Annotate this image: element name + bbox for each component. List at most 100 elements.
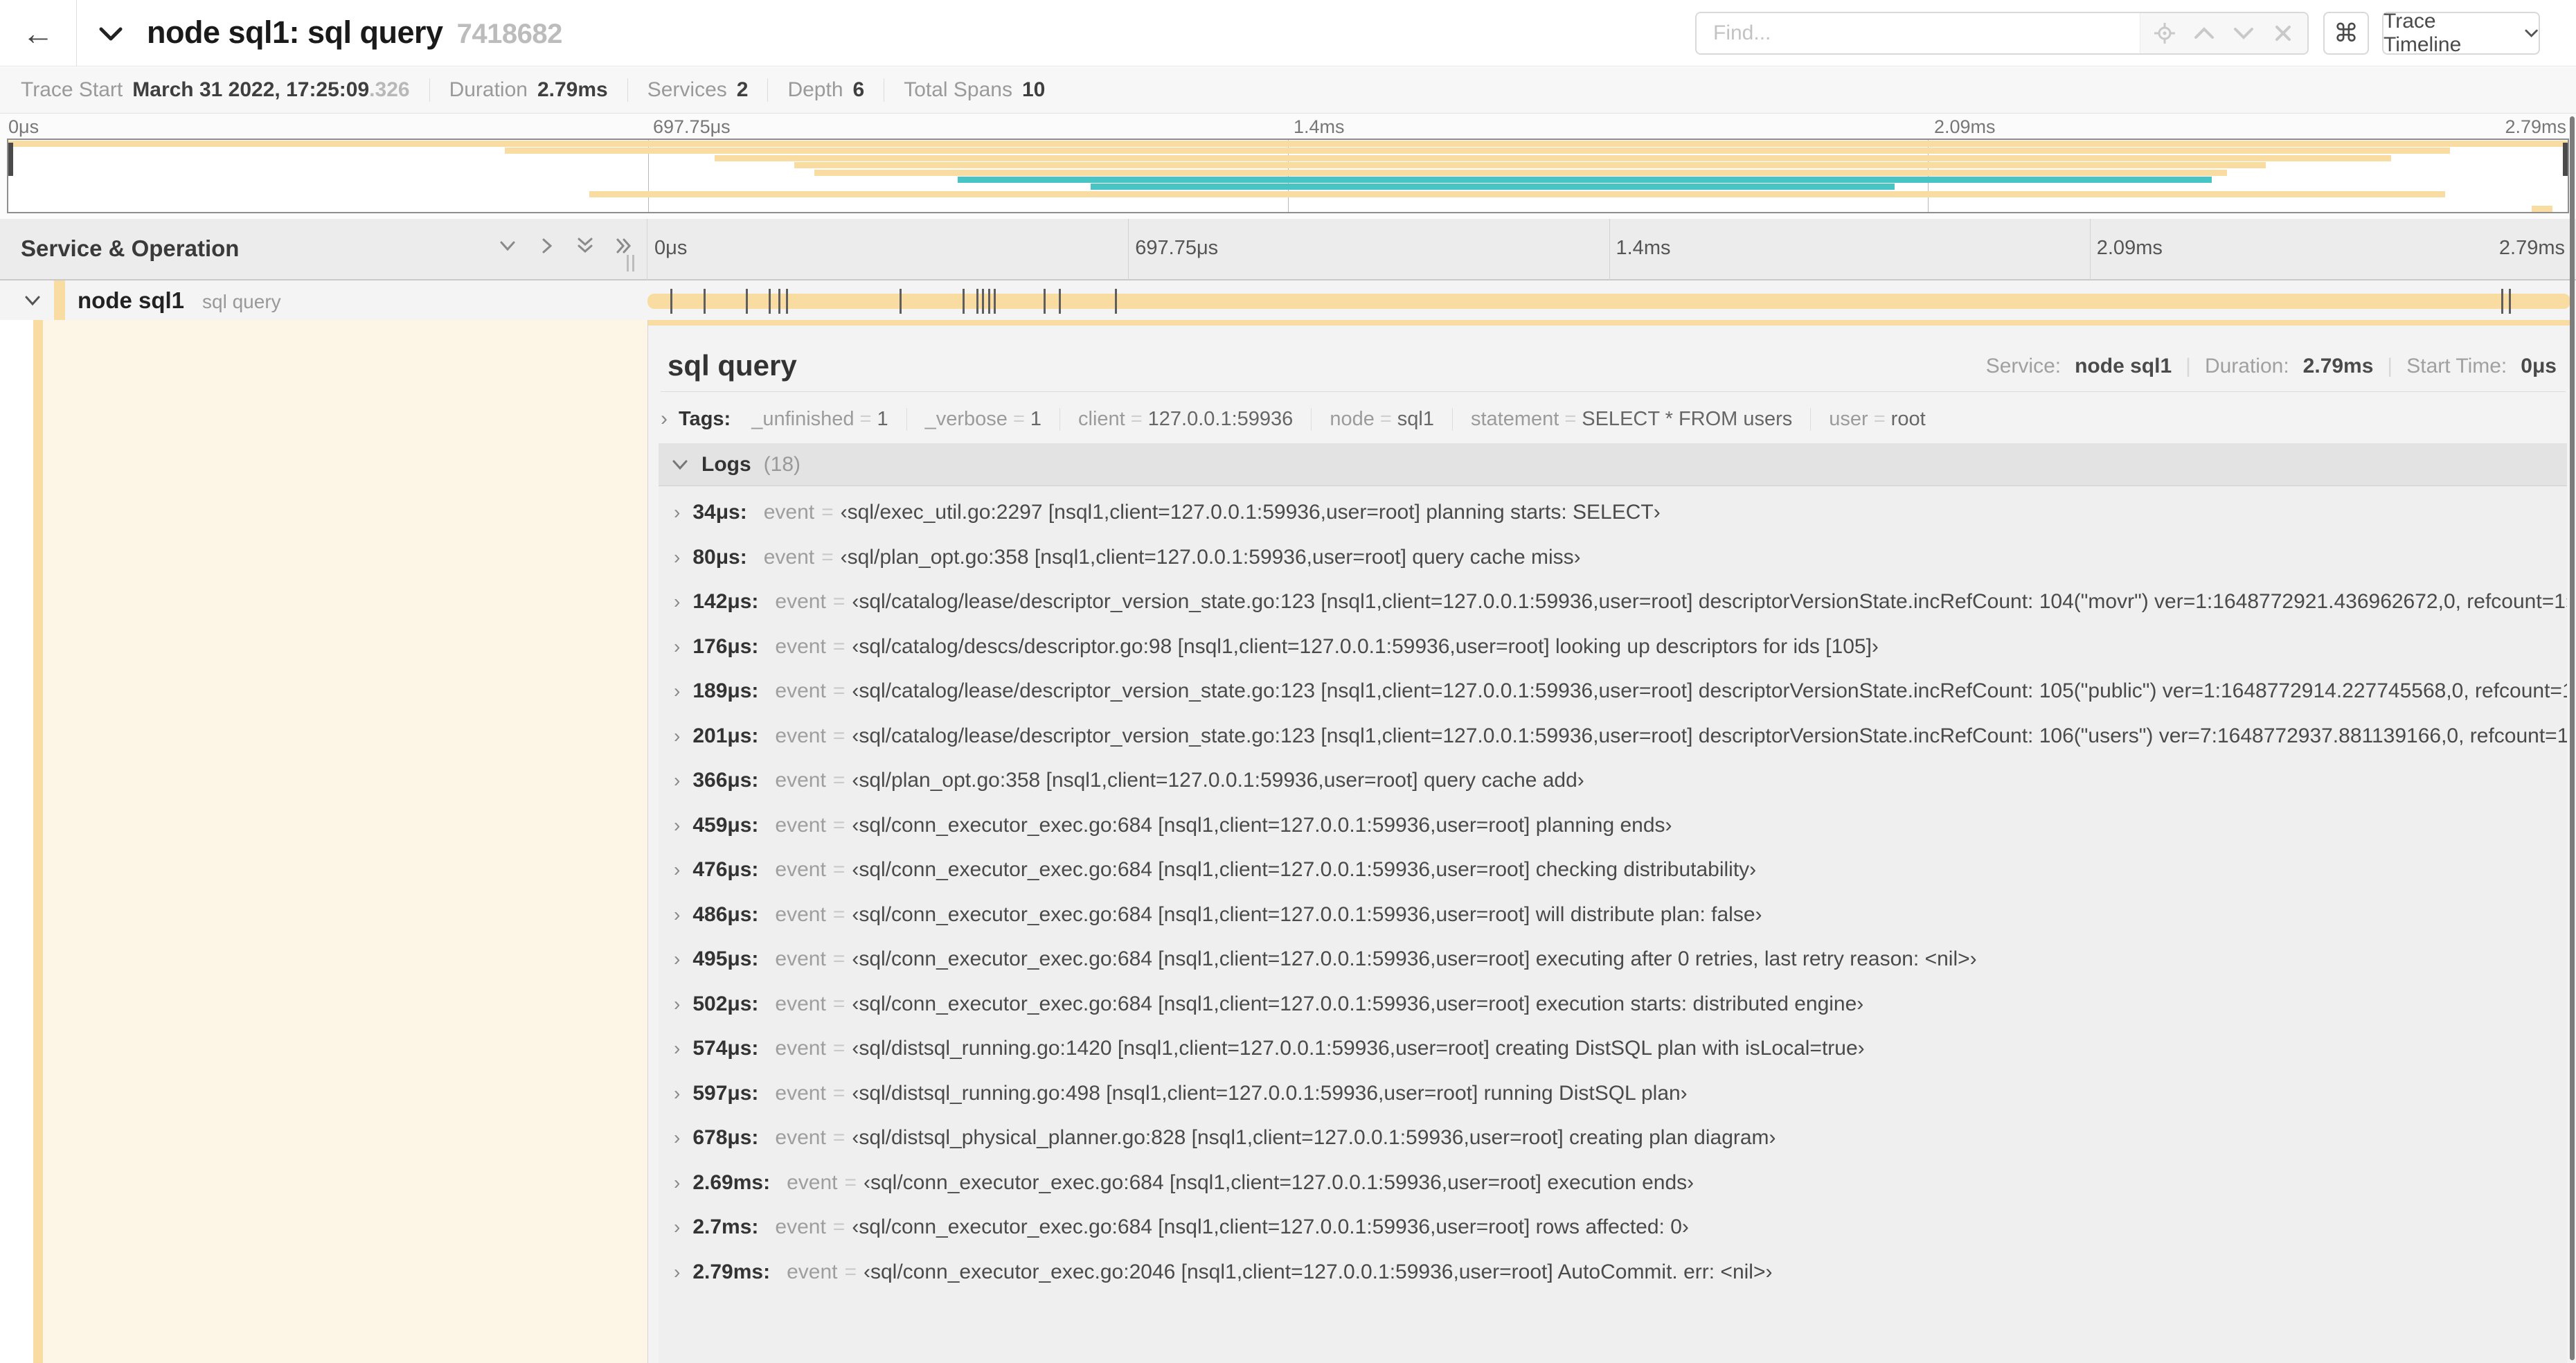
span-log-marker — [703, 289, 706, 314]
service-operation-header: Service & Operation — [21, 235, 240, 261]
logs-collapse-chevron-icon — [672, 460, 688, 470]
find-input[interactable] — [1697, 13, 2140, 53]
log-row[interactable]: › 201μs: event = ‹sql/catalog/lease/descript… — [659, 717, 2567, 756]
tag-key: user — [1829, 408, 1868, 430]
log-timestamp: 2.7ms: — [692, 1215, 759, 1238]
detail-service-label: Service: — [1985, 355, 2061, 377]
log-row[interactable]: › 459μs: event = ‹sql/conn_executor_exec.go:… — [659, 806, 2567, 845]
log-row[interactable]: › 597μs: event = ‹sql/distsql_running.go:498… — [659, 1074, 2567, 1113]
span-row[interactable]: node sql1 sql query — [0, 280, 2576, 320]
log-expand-chevron-icon: › — [674, 992, 681, 1015]
log-timestamp: 459μs: — [692, 813, 759, 837]
keyboard-shortcuts-button[interactable]: ⌘ — [2323, 12, 2369, 55]
log-expand-chevron-icon: › — [674, 1127, 681, 1148]
chevron-down-icon — [2525, 29, 2538, 37]
tag-item[interactable]: user = root — [1829, 408, 1943, 431]
log-row[interactable]: › 2.7ms: event = ‹sql/conn_executor_exec.go:… — [659, 1208, 2567, 1247]
minimap-right-scrubber[interactable] — [2563, 143, 2568, 176]
log-message: ‹sql/conn_executor_exec.go:684 [nsql1,cl… — [852, 902, 1762, 926]
minimap-canvas[interactable] — [7, 139, 2569, 213]
services-label: Services — [647, 78, 727, 101]
service-name: node sql1 — [78, 287, 185, 313]
log-row[interactable]: › 366μs: event = ‹sql/plan_opt.go:358 [nsql1… — [659, 761, 2567, 800]
trace-depth: Depth 6 — [768, 78, 885, 102]
log-expand-chevron-icon: › — [674, 1037, 681, 1059]
span-expand-chevron-icon[interactable] — [24, 293, 42, 312]
services-value: 2 — [736, 78, 749, 101]
find-clear-icon[interactable] — [2268, 18, 2298, 48]
find-prev-icon[interactable] — [2189, 18, 2219, 48]
log-row[interactable]: › 80μs: event = ‹sql/plan_opt.go:358 [nsql1,… — [659, 538, 2567, 577]
log-row[interactable]: › 574μs: event = ‹sql/distsql_running.go:142… — [659, 1029, 2567, 1068]
span-log-marker — [778, 289, 780, 314]
minimap-left-scrubber[interactable] — [8, 143, 13, 176]
log-message: ‹sql/conn_executor_exec.go:684 [nsql1,cl… — [852, 992, 1864, 1015]
log-message: ‹sql/conn_executor_exec.go:684 [nsql1,cl… — [852, 1215, 1689, 1238]
log-message: ‹sql/conn_executor_exec.go:684 [nsql1,cl… — [852, 858, 1757, 881]
detail-duration-label: Duration: — [2204, 355, 2289, 377]
span-duration-bar[interactable] — [647, 294, 2570, 309]
collapse-all-icon[interactable] — [575, 235, 596, 256]
collapse-one-icon[interactable] — [497, 235, 518, 256]
trace-duration: Duration 2.79ms — [430, 78, 628, 102]
view-type-dropdown[interactable]: Trace Timeline — [2382, 10, 2540, 56]
span-service-name[interactable]: node sql1 sql query — [78, 287, 281, 314]
span-log-marker — [670, 289, 673, 314]
logs-header[interactable]: Logs (18) — [659, 443, 2567, 486]
log-timestamp: 201μs: — [692, 724, 759, 747]
logs-label: Logs — [701, 452, 751, 476]
vertical-scrollbar[interactable] — [2570, 116, 2575, 1360]
log-row[interactable]: › 34μs: event = ‹sql/exec_util.go:2297 [nsql… — [659, 493, 2567, 532]
tag-item[interactable]: _unfinished = 1 — [751, 408, 907, 431]
span-log-marker — [987, 289, 990, 314]
log-message: ‹sql/plan_opt.go:358 [nsql1,client=127.0… — [840, 545, 1581, 569]
log-row[interactable]: › 142μs: event = ‹sql/catalog/lease/descript… — [659, 582, 2567, 621]
find-next-icon[interactable] — [2228, 18, 2259, 48]
tag-item[interactable]: statement = SELECT * FROM users — [1471, 408, 1812, 431]
log-expand-chevron-icon: › — [674, 948, 681, 970]
log-message: ‹sql/distsql_running.go:1420 [nsql1,clie… — [852, 1037, 1865, 1060]
top-bar: ← node sql1: sql query 7418682 Find... ⌘… — [0, 0, 2576, 66]
trace-services: Services 2 — [628, 78, 769, 102]
timeline-tick-label: 0μs — [654, 237, 688, 259]
back-button[interactable]: ← — [0, 0, 77, 66]
minimap-span-bar — [505, 148, 2450, 154]
expand-all-icon[interactable] — [614, 235, 634, 256]
log-message: ‹sql/conn_executor_exec.go:684 [nsql1,cl… — [852, 947, 1977, 970]
span-log-marker — [2509, 289, 2512, 314]
log-timestamp: 34μs: — [692, 501, 747, 524]
locate-icon[interactable] — [2149, 18, 2180, 48]
expand-one-icon[interactable] — [536, 235, 557, 256]
log-row[interactable]: › 502μs: event = ‹sql/conn_executor_exec.go:… — [659, 985, 2567, 1024]
log-row[interactable]: › 476μs: event = ‹sql/conn_executor_exec.go:… — [659, 850, 2567, 889]
log-row[interactable]: › 176μs: event = ‹sql/catalog/descs/descript… — [659, 627, 2567, 666]
minimap-span-bar — [794, 162, 2266, 169]
log-row[interactable]: › 486μs: event = ‹sql/conn_executor_exec.go:… — [659, 896, 2567, 934]
log-row[interactable]: › 2.79ms: event = ‹sql/conn_executor_exec.go… — [659, 1253, 2567, 1292]
log-timestamp: 80μs: — [692, 545, 747, 569]
timeline-header: Service & Operation 0μs 697.75μs 1.4ms 2.09… — [0, 219, 2576, 280]
log-row[interactable]: › 2.69ms: event = ‹sql/conn_executor_exec.go… — [659, 1164, 2567, 1202]
log-row[interactable]: › 678μs: event = ‹sql/distsql_physical_plann… — [659, 1119, 2567, 1157]
detail-left-gutter — [0, 320, 647, 1363]
trace-header-chevron-icon[interactable] — [96, 19, 126, 51]
back-arrow-icon: ← — [22, 15, 54, 51]
log-expand-chevron-icon: › — [674, 1082, 681, 1104]
tag-item[interactable]: _verbose = 1 — [924, 408, 1061, 431]
log-row[interactable]: › 495μs: event = ‹sql/conn_executor_exec.go:… — [659, 940, 2567, 979]
tag-value: 127.0.0.1:59936 — [1147, 408, 1294, 430]
tag-key: client — [1078, 408, 1125, 430]
minimap-tick-label: 697.75μs — [653, 116, 731, 137]
tag-key: _verbose — [924, 408, 1008, 430]
log-message: ‹sql/conn_executor_exec.go:684 [nsql1,cl… — [864, 1170, 1694, 1194]
detail-span-bar — [648, 320, 2571, 326]
column-resizer-handle[interactable] — [627, 255, 634, 271]
log-timestamp: 176μs: — [692, 634, 759, 658]
tag-item[interactable]: client = 127.0.0.1:59936 — [1078, 408, 1312, 431]
span-bar-area[interactable] — [647, 280, 2570, 320]
tag-item[interactable]: node = sql1 — [1330, 408, 1453, 431]
tags-row[interactable]: › Tags: _unfinished = 1 _verbose = 1 client = 12… — [661, 407, 1962, 431]
minimap-span-bar — [1091, 184, 1895, 190]
log-row[interactable]: › 189μs: event = ‹sql/catalog/lease/descript… — [659, 672, 2567, 711]
log-message: ‹sql/exec_util.go:2297 [nsql1,client=127… — [840, 501, 1661, 524]
